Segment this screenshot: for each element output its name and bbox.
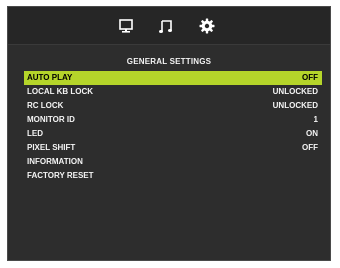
menu-item-value: OFF: [302, 143, 318, 152]
menu-item-label: MONITOR ID: [27, 115, 75, 124]
monitor-icon[interactable]: [117, 17, 135, 35]
menu-item-auto-play[interactable]: AUTO PLAY OFF: [24, 71, 322, 85]
menu-item-label: FACTORY RESET: [27, 171, 94, 180]
menu-item-pixel-shift[interactable]: PIXEL SHIFT OFF: [24, 141, 322, 155]
menu-item-label: INFORMATION: [27, 157, 83, 166]
menu-item-value: UNLOCKED: [272, 101, 318, 110]
menu-item-rc-lock[interactable]: RC LOCK UNLOCKED: [24, 99, 322, 113]
menu-item-value: ON: [306, 129, 318, 138]
menu-item-label: LED: [27, 129, 43, 138]
menu-item-led[interactable]: LED ON: [24, 127, 322, 141]
settings-menu-list: AUTO PLAY OFF LOCAL KB LOCK UNLOCKED RC LOCK…: [24, 71, 322, 183]
menu-title: GENERAL SETTINGS: [126, 57, 212, 66]
menu-item-value: UNLOCKED: [272, 87, 318, 96]
menu-item-local-kb-lock[interactable]: LOCAL KB LOCK UNLOCKED: [24, 85, 322, 99]
menu-item-value: OFF: [302, 73, 318, 82]
menu-item-factory-reset[interactable]: FACTORY RESET: [24, 169, 322, 183]
menu-item-value: 1: [313, 115, 318, 124]
menu-item-label: PIXEL SHIFT: [27, 143, 76, 152]
menu-item-monitor-id[interactable]: MONITOR ID 1: [24, 113, 322, 127]
menu-item-label: LOCAL KB LOCK: [27, 87, 94, 96]
music-note-icon[interactable]: [157, 17, 175, 35]
osd-menu-panel: GENERAL SETTINGS AUTO PLAY OFF LOCAL KB LO…: [7, 6, 331, 261]
category-tab-bar: [8, 7, 330, 45]
menu-item-label: AUTO PLAY: [27, 73, 73, 82]
gear-icon[interactable]: [198, 17, 216, 35]
menu-item-label: RC LOCK: [27, 101, 64, 110]
menu-item-information[interactable]: INFORMATION: [24, 155, 322, 169]
